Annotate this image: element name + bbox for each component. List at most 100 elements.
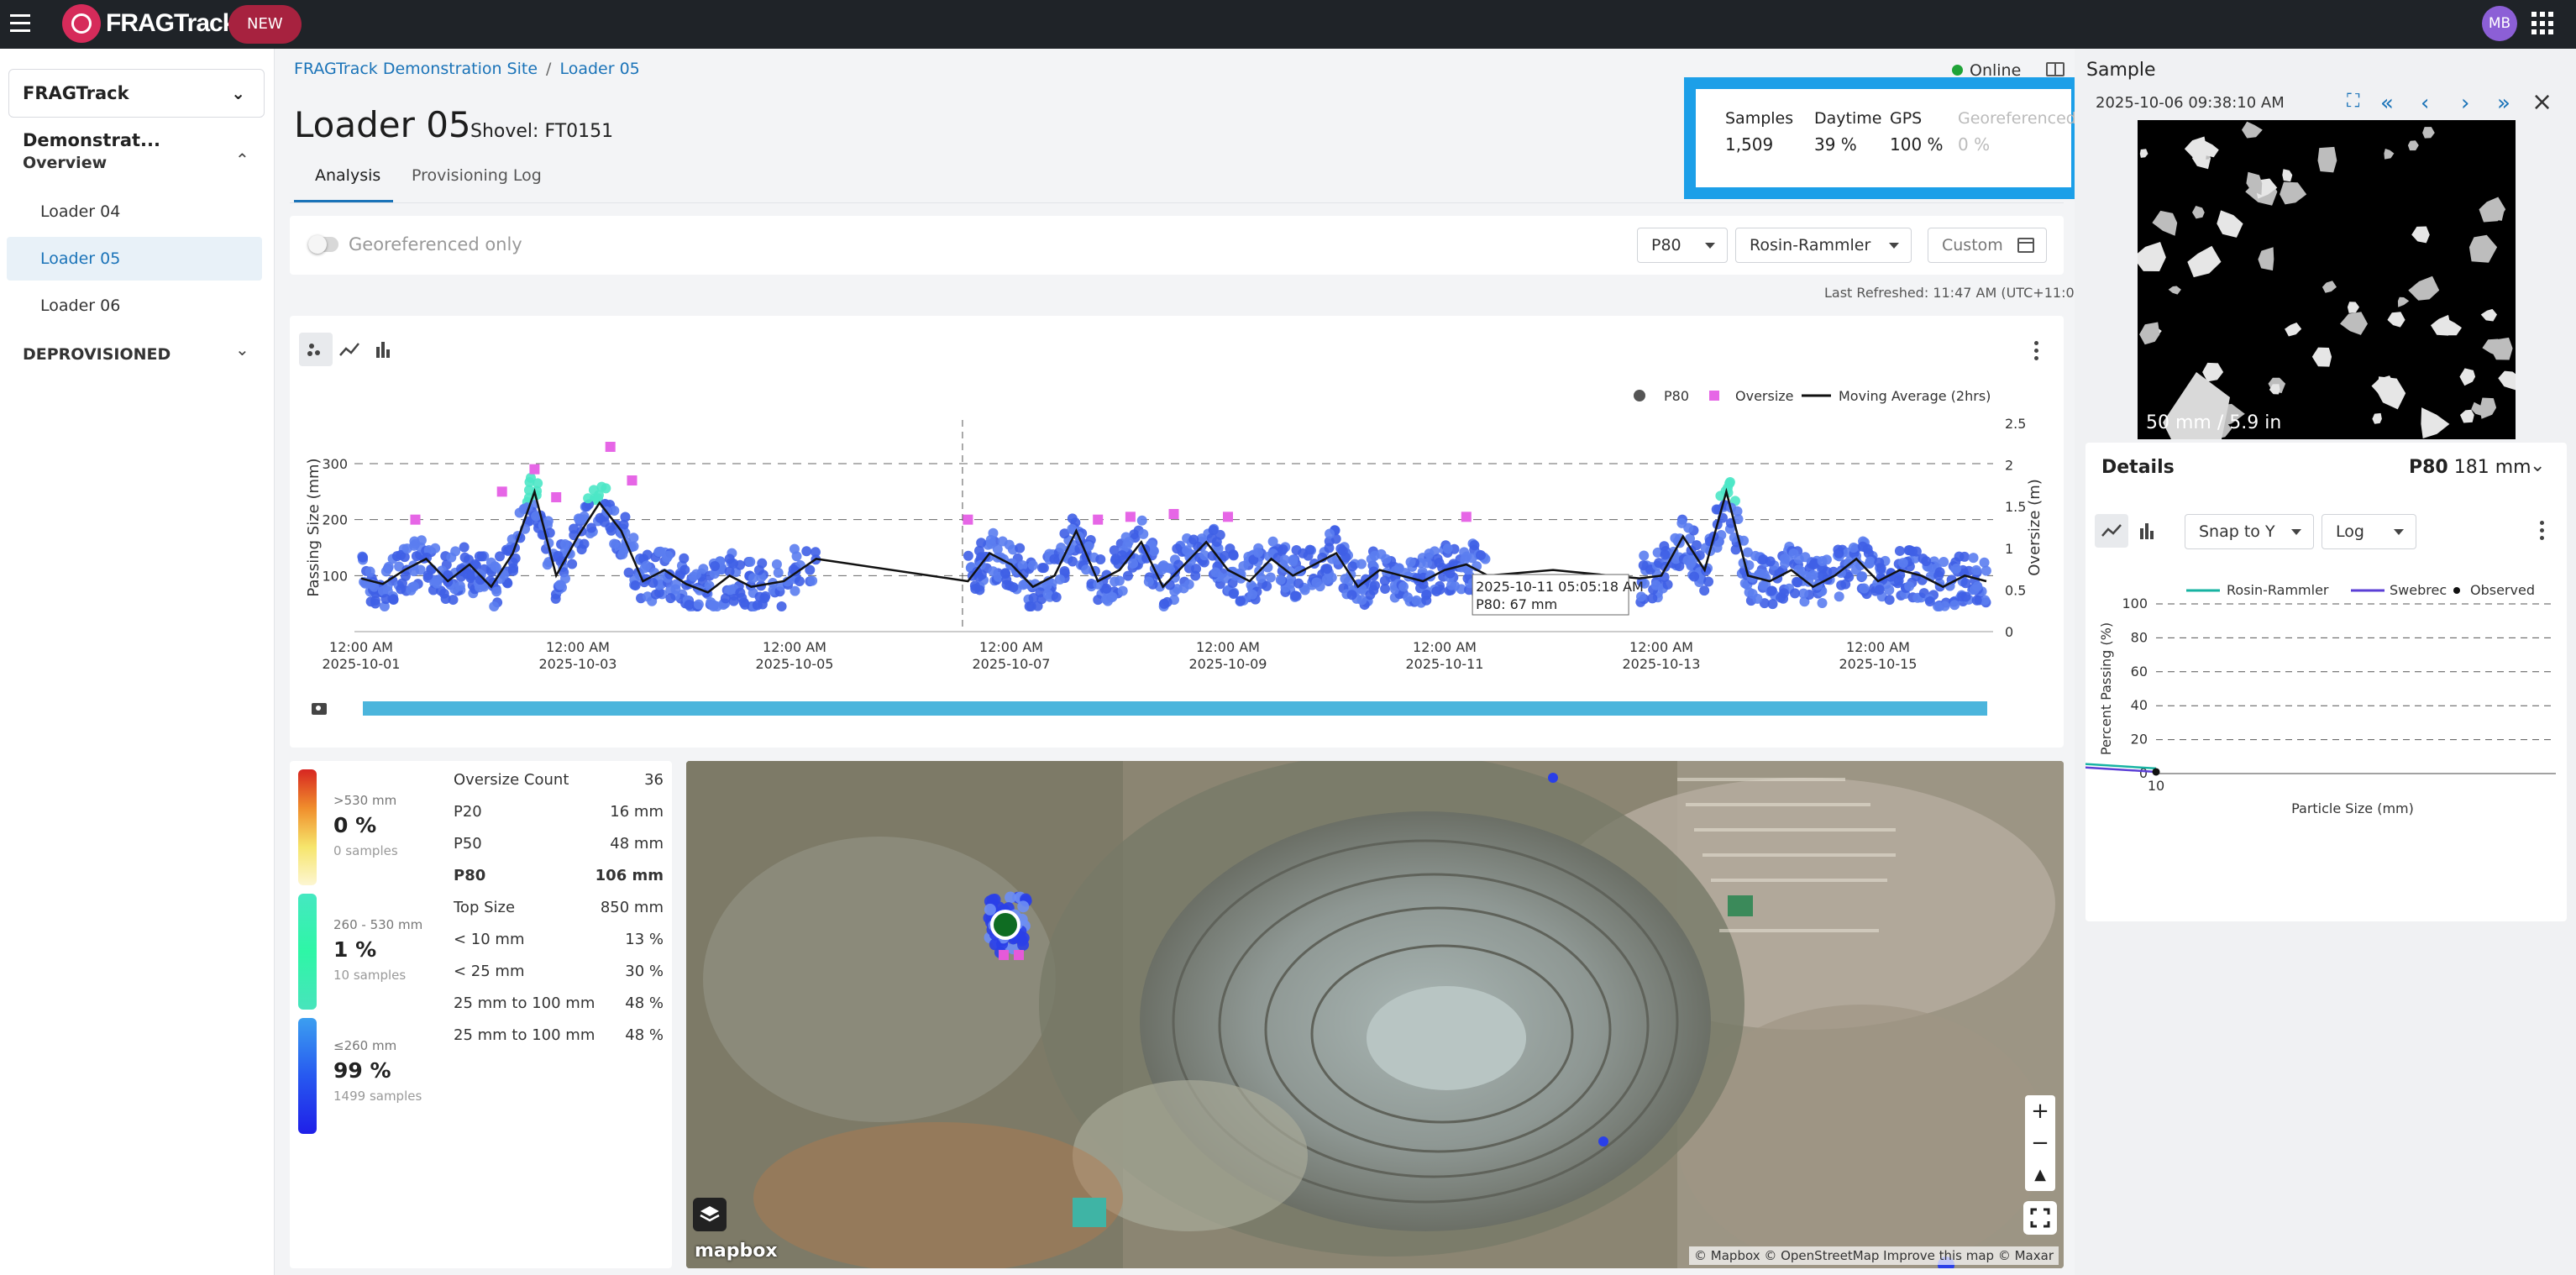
breadcrumb-site-link[interactable]: FRAGTrack Demonstration Site bbox=[294, 60, 538, 78]
stat-row-value: 106 mm bbox=[595, 867, 664, 884]
p80-point bbox=[1466, 553, 1477, 564]
map-fullscreen-button[interactable] bbox=[2023, 1201, 2057, 1235]
map-sample-point bbox=[984, 903, 996, 916]
line-chart-icon bbox=[2101, 524, 2122, 537]
range-count: 10 samples bbox=[333, 968, 407, 983]
last-sample-icon[interactable]: » bbox=[2497, 91, 2510, 116]
sidebar-section-deprovisioned[interactable]: DEPROVISIONED bbox=[23, 345, 171, 364]
close-icon[interactable]: × bbox=[2531, 87, 2552, 117]
details-more-icon[interactable] bbox=[2540, 521, 2545, 543]
p80-point bbox=[1476, 549, 1487, 560]
p80-point bbox=[1981, 565, 1991, 576]
p80-point bbox=[1411, 595, 1422, 606]
first-sample-icon[interactable]: « bbox=[2380, 91, 2394, 116]
page-title: Loader 05 bbox=[294, 104, 471, 145]
snap-select[interactable]: Snap to Y bbox=[2185, 514, 2314, 549]
stat-row-label: P80 bbox=[454, 867, 486, 884]
camera-icon[interactable] bbox=[312, 703, 327, 715]
curve-view-button[interactable] bbox=[2095, 514, 2128, 548]
histogram-view-button[interactable] bbox=[2130, 514, 2164, 548]
chevron-down-icon[interactable]: ⌄ bbox=[235, 339, 249, 359]
zoom-out-button[interactable]: − bbox=[2025, 1127, 2055, 1159]
chevron-down-icon: ⌄ bbox=[231, 83, 245, 103]
rock-fragment bbox=[2387, 312, 2405, 328]
sample-image[interactable] bbox=[2138, 120, 2516, 439]
next-sample-icon[interactable]: › bbox=[2461, 91, 2469, 116]
p80-point bbox=[710, 560, 721, 571]
p80-point bbox=[684, 600, 695, 611]
tab-provisioning-log[interactable]: Provisioning Log bbox=[412, 166, 542, 185]
book-icon[interactable] bbox=[2046, 62, 2064, 76]
p80-point bbox=[1421, 589, 1432, 600]
p80-point bbox=[650, 589, 661, 600]
stat-label: Daytime bbox=[1814, 109, 1882, 128]
rock-fragment bbox=[2192, 206, 2205, 219]
p80-point bbox=[1971, 564, 1982, 575]
p80-point bbox=[1712, 542, 1723, 553]
p80-point bbox=[1817, 556, 1828, 567]
page-subtitle: Shovel: FT0151 bbox=[470, 121, 614, 142]
breadcrumb-separator: / bbox=[546, 60, 552, 78]
p80-point bbox=[1424, 548, 1435, 559]
bar-chart-icon bbox=[2140, 523, 2154, 539]
rock-fragment bbox=[2280, 181, 2307, 205]
hamburger-menu-icon[interactable] bbox=[10, 14, 34, 34]
user-avatar[interactable]: MB bbox=[2482, 6, 2517, 41]
oversize-point bbox=[529, 464, 540, 475]
p80-point bbox=[1960, 578, 1971, 589]
p80-point bbox=[422, 569, 433, 580]
p80-point bbox=[1265, 572, 1276, 583]
p80-point bbox=[1897, 558, 1908, 569]
p80-point bbox=[380, 594, 391, 605]
p80-point bbox=[1876, 563, 1886, 574]
date-range-select[interactable]: Custom bbox=[1928, 228, 2047, 263]
time-range-scrollbar[interactable] bbox=[363, 701, 1987, 716]
compass-button[interactable]: ▲ bbox=[2025, 1159, 2055, 1191]
tab-analysis[interactable]: Analysis bbox=[315, 166, 380, 185]
p80-point bbox=[459, 542, 470, 553]
p80-point bbox=[992, 543, 1003, 554]
map-attribution[interactable]: © Mapbox © OpenStreetMap Improve this ma… bbox=[1689, 1246, 2059, 1265]
p80-point bbox=[1817, 597, 1828, 608]
y2-tick-label: 2 bbox=[2005, 458, 2013, 474]
expand-icon[interactable]: ⛶ bbox=[2347, 91, 2359, 112]
p80-point bbox=[1859, 583, 1870, 594]
previous-sample-icon[interactable]: ‹ bbox=[2421, 91, 2429, 116]
zoom-in-button[interactable]: + bbox=[2025, 1095, 2055, 1127]
georeferenced-toggle[interactable] bbox=[308, 235, 338, 254]
zoom-controls: + − ▲ bbox=[2025, 1095, 2055, 1191]
georeferenced-toggle-label: Georeferenced only bbox=[349, 234, 522, 254]
sidebar-item-loader-06[interactable]: Loader 06 bbox=[7, 284, 262, 328]
site-selector[interactable]: FRAGTrack Demonstrat... ⌄ bbox=[8, 69, 265, 150]
apps-grid-icon[interactable] bbox=[2531, 12, 2555, 35]
new-badge[interactable]: NEW bbox=[228, 5, 302, 44]
p80-point bbox=[1857, 571, 1868, 582]
chevron-down-icon[interactable]: ⌄ bbox=[2530, 455, 2545, 476]
stat-label: Georeferenced bbox=[1958, 109, 2076, 128]
chevron-up-icon[interactable]: ⌃ bbox=[235, 150, 249, 170]
p80-point bbox=[963, 550, 973, 561]
metric-select[interactable]: P80 bbox=[1637, 228, 1728, 263]
mapbox-logo[interactable]: mapbox bbox=[695, 1241, 778, 1262]
p80-point bbox=[1405, 557, 1416, 568]
rock-fragment bbox=[2282, 169, 2293, 182]
model-select[interactable]: Rosin-Rammler bbox=[1735, 228, 1912, 263]
scale-select[interactable]: Log bbox=[2322, 514, 2416, 549]
p80-point bbox=[1015, 543, 1026, 554]
sidebar-item-loader-05[interactable]: Loader 05 bbox=[7, 237, 262, 281]
stat-row-under-10mm: < 10 mm 13 % bbox=[454, 931, 664, 948]
sidebar-item-loader-04[interactable]: Loader 04 bbox=[7, 190, 262, 233]
sidebar-section-overview[interactable]: Overview bbox=[23, 154, 107, 172]
sample-timestamp: 2025-10-06 09:38:10 AM bbox=[2096, 94, 2285, 112]
p80-point bbox=[1325, 528, 1335, 539]
map-layers-button[interactable] bbox=[693, 1198, 727, 1231]
x-tick-label: 12:00 AM bbox=[546, 639, 610, 655]
p80-point bbox=[1379, 575, 1390, 586]
stat-samples: Samples 1,509 bbox=[1725, 109, 1793, 155]
current-location-marker bbox=[990, 910, 1020, 940]
x-tick-label: 12:00 AM bbox=[1196, 639, 1260, 655]
p80-point bbox=[1765, 556, 1776, 567]
breadcrumb-current[interactable]: Loader 05 bbox=[559, 60, 639, 78]
stat-row-label: 25 mm to 100 mm bbox=[454, 994, 595, 1012]
satellite-map[interactable]: + − ▲ mapbox © Mapbox © OpenStreetMap Im… bbox=[686, 761, 2064, 1268]
